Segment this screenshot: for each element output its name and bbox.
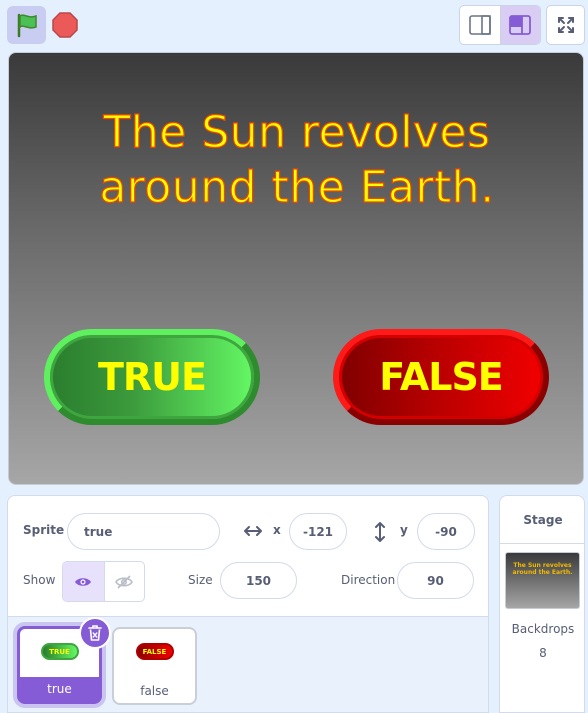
stage-thumbnail: The Sun revolves around the Earth. xyxy=(505,552,580,609)
x-label: x xyxy=(273,523,281,537)
trash-icon xyxy=(88,625,102,641)
y-label: y xyxy=(400,523,408,537)
sprite-info: Sprite true x -121 y -90 Show Size 150 D… xyxy=(8,496,488,617)
small-stage-button[interactable] xyxy=(460,6,500,44)
show-visible-button[interactable] xyxy=(63,562,104,601)
sprite-label: Sprite xyxy=(23,523,65,537)
question-text: The Sun revolves around the Earth. xyxy=(9,105,583,215)
size-input[interactable]: 150 xyxy=(220,562,297,599)
eye-slash-icon xyxy=(115,574,134,589)
show-label: Show xyxy=(23,573,56,587)
sprite-tile-name: false xyxy=(140,684,169,698)
stage-size-toggle xyxy=(459,5,541,45)
delete-sprite-button[interactable] xyxy=(79,617,111,649)
backdrops-count: 8 xyxy=(539,646,547,660)
normal-stage-icon xyxy=(509,15,532,35)
y-input[interactable]: -90 xyxy=(417,513,475,550)
small-stage-icon xyxy=(469,15,491,35)
green-flag-button[interactable] xyxy=(7,6,46,44)
stop-button[interactable] xyxy=(51,10,79,40)
question-line-2: around the Earth. xyxy=(99,161,495,213)
sprite-name-input[interactable]: true xyxy=(67,513,220,550)
stage-canvas[interactable]: The Sun revolves around the Earth. TRUE … xyxy=(8,52,584,485)
question-line-1: The Sun revolves xyxy=(103,106,491,158)
normal-stage-button[interactable] xyxy=(499,6,540,44)
stop-icon xyxy=(52,12,78,38)
false-button-label: FALSE xyxy=(379,355,504,399)
stage-selector-panel[interactable]: Stage The Sun revolves around the Earth.… xyxy=(499,495,585,713)
false-button-sprite[interactable]: FALSE xyxy=(333,329,549,425)
sprite-thumbnail-false: FALSE xyxy=(135,643,174,660)
stage-panel-title: Stage xyxy=(500,496,584,544)
stage-thumbnail-text: The Sun revolves around the Earth. xyxy=(512,562,573,576)
x-input[interactable]: -121 xyxy=(289,513,347,550)
horizontal-arrows-icon xyxy=(244,526,262,536)
fullscreen-icon xyxy=(557,17,574,33)
true-button-sprite[interactable]: TRUE xyxy=(44,329,260,425)
direction-label: Direction xyxy=(341,573,396,587)
sprite-list: TRUE true FALSE false xyxy=(8,617,488,712)
sprite-info-panel: Sprite true x -121 y -90 Show Size 150 D… xyxy=(7,495,489,713)
eye-icon xyxy=(75,577,92,586)
direction-input[interactable]: 90 xyxy=(397,562,474,599)
show-toggle xyxy=(62,561,145,602)
sprite-tile-true[interactable]: TRUE true xyxy=(17,617,111,704)
show-hidden-button[interactable] xyxy=(103,562,145,601)
fullscreen-button[interactable] xyxy=(546,5,585,45)
size-label: Size xyxy=(188,573,213,587)
sprite-tile-name: true xyxy=(20,677,99,701)
sprite-thumbnail-true: TRUE xyxy=(40,643,79,660)
sprite-tile-false[interactable]: FALSE false xyxy=(112,627,197,705)
true-button-label: TRUE xyxy=(98,355,207,399)
vertical-arrows-icon xyxy=(375,522,385,542)
green-flag-icon xyxy=(17,13,37,38)
backdrops-label: Backdrops xyxy=(511,622,575,636)
